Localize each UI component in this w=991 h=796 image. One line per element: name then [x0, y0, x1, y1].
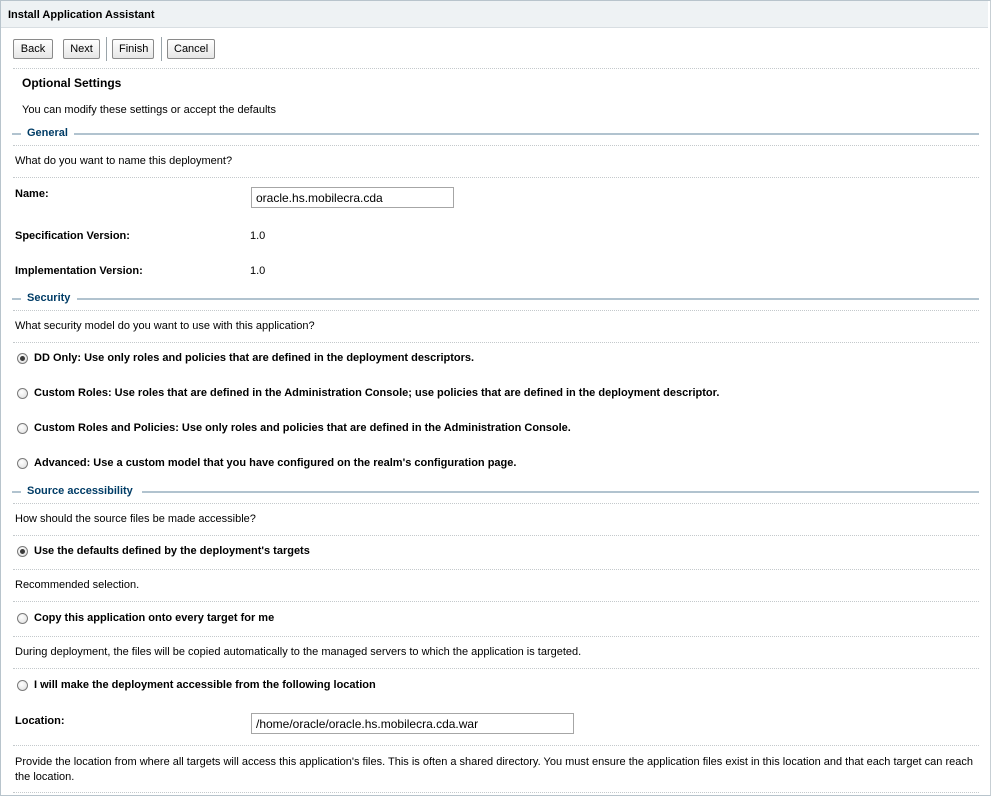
finish-button[interactable]: Finish	[112, 39, 154, 59]
security-advanced-label[interactable]: Advanced: Use a custom model that you ha…	[34, 457, 516, 469]
section-rule	[12, 133, 21, 135]
toolbar-separator	[106, 37, 107, 61]
name-input[interactable]	[251, 187, 454, 208]
security-custom-roles-label[interactable]: Custom Roles: Use roles that are defined…	[34, 387, 719, 399]
divider	[13, 792, 979, 793]
section-title-general: General	[24, 127, 71, 139]
divider	[13, 68, 979, 69]
section-rule	[12, 491, 21, 493]
divider	[13, 535, 979, 536]
source-copy-label[interactable]: Copy this application onto every target …	[34, 612, 274, 624]
divider	[13, 310, 979, 311]
source-copy-note: During deployment, the files will be cop…	[15, 646, 582, 658]
name-label: Name:	[15, 188, 49, 200]
security-custom-roles-policies-label[interactable]: Custom Roles and Policies: Use only role…	[34, 422, 571, 434]
location-label: Location:	[15, 715, 65, 727]
divider	[13, 745, 979, 746]
source-location-label[interactable]: I will make the deployment accessible fr…	[34, 679, 376, 691]
section-rule	[74, 133, 979, 135]
section-title-source-accessibility: Source accessibility	[24, 485, 136, 497]
spec-version-label: Specification Version:	[15, 230, 130, 242]
page-heading: Optional Settings	[22, 76, 122, 90]
window-title: Install Application Assistant	[8, 9, 155, 21]
source-question: How should the source files be made acce…	[15, 513, 256, 525]
divider	[13, 636, 979, 637]
source-location-radio[interactable]	[17, 680, 28, 691]
cancel-button[interactable]: Cancel	[167, 39, 215, 59]
divider	[13, 601, 979, 602]
spec-version-value: 1.0	[250, 230, 266, 242]
page-subheading: You can modify these settings or accept …	[22, 104, 276, 116]
divider	[13, 177, 979, 178]
section-rule	[142, 491, 979, 493]
impl-version-label: Implementation Version:	[15, 265, 143, 277]
divider	[13, 569, 979, 570]
section-title-security: Security	[24, 292, 74, 304]
divider	[13, 668, 979, 669]
impl-version-value: 1.0	[250, 265, 266, 277]
toolbar-separator	[161, 37, 162, 61]
general-question: What do you want to name this deployment…	[15, 155, 233, 167]
location-input[interactable]	[251, 713, 574, 734]
location-note: Provide the location from where all targ…	[15, 756, 973, 783]
section-rule	[77, 298, 979, 300]
security-dd-only-label[interactable]: DD Only: Use only roles and policies tha…	[34, 352, 474, 364]
divider	[13, 503, 979, 504]
next-button[interactable]: Next	[63, 39, 100, 59]
back-button[interactable]: Back	[13, 39, 53, 59]
source-defaults-radio[interactable]	[17, 546, 28, 557]
source-defaults-note: Recommended selection.	[15, 579, 140, 591]
source-defaults-label[interactable]: Use the defaults defined by the deployme…	[34, 545, 310, 557]
security-dd-only-radio[interactable]	[17, 353, 28, 364]
security-custom-roles-policies-radio[interactable]	[17, 423, 28, 434]
security-advanced-radio[interactable]	[17, 458, 28, 469]
security-question: What security model do you want to use w…	[15, 320, 315, 332]
divider	[13, 342, 979, 343]
section-rule	[12, 298, 21, 300]
security-custom-roles-radio[interactable]	[17, 388, 28, 399]
title-bar: Install Application Assistant	[1, 1, 988, 28]
source-copy-radio[interactable]	[17, 613, 28, 624]
divider	[13, 145, 979, 146]
